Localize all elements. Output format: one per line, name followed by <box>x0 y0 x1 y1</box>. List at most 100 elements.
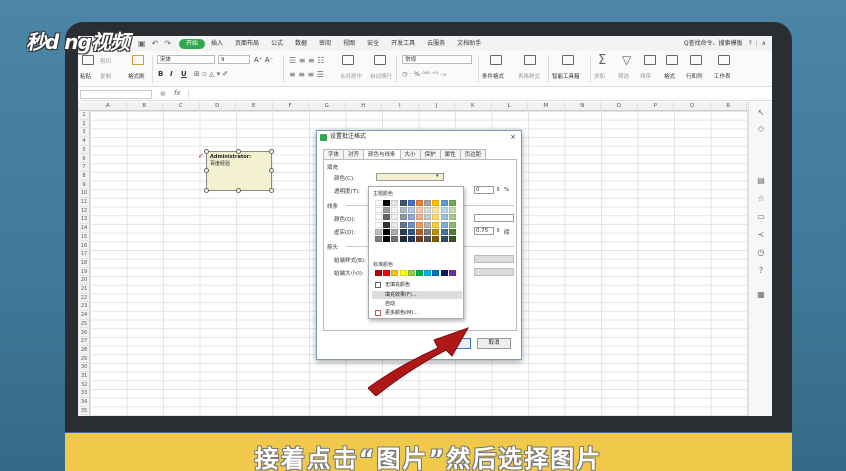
tab-margins[interactable]: 页边距 <box>459 149 487 159</box>
color-swatch[interactable] <box>424 235 432 242</box>
format-icon[interactable] <box>666 55 678 65</box>
format-button[interactable]: 格式 <box>664 72 675 80</box>
column-header[interactable]: G <box>309 102 346 111</box>
color-swatch[interactable] <box>399 235 407 242</box>
color-swatch[interactable] <box>424 200 432 206</box>
row-header[interactable]: 27 <box>78 337 90 346</box>
color-swatch[interactable] <box>432 221 440 228</box>
row-header[interactable]: 4 <box>78 137 90 146</box>
color-swatch[interactable] <box>448 270 456 276</box>
sort-icon[interactable] <box>644 55 656 65</box>
menu-developer[interactable]: 开发工具 <box>385 36 421 51</box>
color-swatch[interactable] <box>432 214 440 221</box>
column-header[interactable]: R <box>711 102 747 111</box>
color-swatch[interactable] <box>415 221 423 228</box>
color-swatch[interactable] <box>424 207 432 214</box>
format-painter-icon[interactable] <box>132 55 144 65</box>
wrap-text-button[interactable]: 自动换行 <box>370 72 392 80</box>
row-header[interactable]: 26 <box>78 329 90 338</box>
color-swatch[interactable] <box>407 221 415 228</box>
begin-style-select[interactable] <box>474 255 514 263</box>
row-header[interactable]: 30 <box>78 363 90 372</box>
color-swatch[interactable] <box>383 228 391 235</box>
sum-button[interactable]: 求和 <box>594 72 605 80</box>
more-colors-option[interactable]: 更多颜色(M)... <box>372 309 462 317</box>
color-swatch[interactable] <box>391 270 399 276</box>
color-swatch[interactable] <box>448 200 456 206</box>
row-header[interactable]: 11 <box>78 198 90 207</box>
color-swatch[interactable] <box>407 214 415 221</box>
color-swatch[interactable] <box>448 207 456 214</box>
column-header[interactable]: K <box>455 102 492 111</box>
column-header[interactable]: J <box>419 102 455 111</box>
worksheet-button[interactable]: 工作表 <box>714 72 731 80</box>
color-swatch[interactable] <box>424 270 432 276</box>
color-swatch[interactable] <box>375 200 382 206</box>
begin-size-select[interactable] <box>474 268 514 276</box>
column-header[interactable]: F <box>273 102 309 111</box>
color-swatch[interactable] <box>424 214 432 221</box>
command-search[interactable]: Q查找命令、搜索模板 <box>684 36 743 51</box>
color-swatch[interactable] <box>440 207 448 214</box>
menu-insert[interactable]: 插入 <box>205 36 229 51</box>
color-swatch[interactable] <box>375 214 382 221</box>
row-header[interactable]: 1 <box>78 111 90 120</box>
color-swatch[interactable] <box>432 207 440 214</box>
cancel-button[interactable]: 取消 <box>477 338 511 349</box>
redo-icon[interactable]: ↷ <box>164 39 171 48</box>
row-header[interactable]: 16 <box>78 242 90 251</box>
merge-icon[interactable] <box>342 55 354 65</box>
column-header[interactable]: I <box>382 102 419 111</box>
row-header[interactable]: 24 <box>78 311 90 320</box>
color-swatch[interactable] <box>432 228 440 235</box>
color-swatch[interactable] <box>383 200 391 206</box>
color-swatch[interactable] <box>432 270 440 276</box>
menu-formulas[interactable]: 公式 <box>265 36 289 51</box>
cursor-icon[interactable]: ↖ <box>756 108 766 118</box>
border-icon[interactable]: ⊞ ▫ ◬ ▾ ✐ <box>194 70 228 78</box>
resize-handle[interactable] <box>204 149 209 154</box>
column-header[interactable]: P <box>638 102 674 111</box>
transparency-spinner[interactable]: ⇕ <box>496 187 501 193</box>
color-swatch[interactable] <box>415 214 423 221</box>
fx-icon[interactable]: fx <box>174 89 181 97</box>
table-style-icon[interactable] <box>524 55 536 65</box>
cell-comment[interactable]: Administrator: 百度经验 <box>206 151 272 191</box>
color-swatch[interactable] <box>391 200 399 206</box>
row-header[interactable]: 5 <box>78 146 90 155</box>
row-header[interactable]: 35 <box>78 407 90 416</box>
column-header[interactable]: E <box>236 102 273 111</box>
no-fill-option[interactable]: 无填充颜色 <box>372 281 462 289</box>
row-header[interactable]: 29 <box>78 355 90 364</box>
color-swatch[interactable] <box>375 270 382 276</box>
color-swatch[interactable] <box>440 270 448 276</box>
name-box[interactable] <box>80 90 152 99</box>
color-swatch[interactable] <box>448 221 456 228</box>
tab-alignment[interactable]: 对齐 <box>343 149 365 159</box>
conditional-format-icon[interactable] <box>490 55 502 65</box>
standard-color-swatches[interactable] <box>375 270 456 276</box>
row-header[interactable]: 19 <box>78 268 90 277</box>
row-header[interactable]: 3 <box>78 128 90 138</box>
color-swatch[interactable] <box>424 221 432 228</box>
color-swatch[interactable] <box>440 235 448 242</box>
resize-handle[interactable] <box>236 149 241 154</box>
menu-doc-assistant[interactable]: 文档助手 <box>451 36 487 51</box>
smart-tools-icon[interactable] <box>562 55 574 65</box>
menu-view[interactable]: 视图 <box>337 36 361 51</box>
column-header[interactable]: M <box>528 102 565 111</box>
color-swatch[interactable] <box>383 270 391 276</box>
resize-handle[interactable] <box>204 168 209 173</box>
rows-cols-button[interactable]: 行和列 <box>686 72 703 80</box>
color-swatch[interactable] <box>407 235 415 242</box>
column-header[interactable]: L <box>492 102 528 111</box>
tab-protection[interactable]: 保护 <box>419 149 441 159</box>
table-style-button[interactable]: 表格样式 <box>518 72 540 80</box>
color-swatch[interactable] <box>448 235 456 242</box>
chevron-down-icon[interactable]: ▾ <box>436 173 439 179</box>
align-top-icon[interactable]: ☰ ≡ ≡ ☷ <box>289 56 324 65</box>
italic-button[interactable]: I <box>170 70 173 78</box>
row-header[interactable]: 33 <box>78 389 90 399</box>
column-header[interactable]: N <box>565 102 601 111</box>
number-format-select[interactable]: 常规 <box>402 55 472 64</box>
